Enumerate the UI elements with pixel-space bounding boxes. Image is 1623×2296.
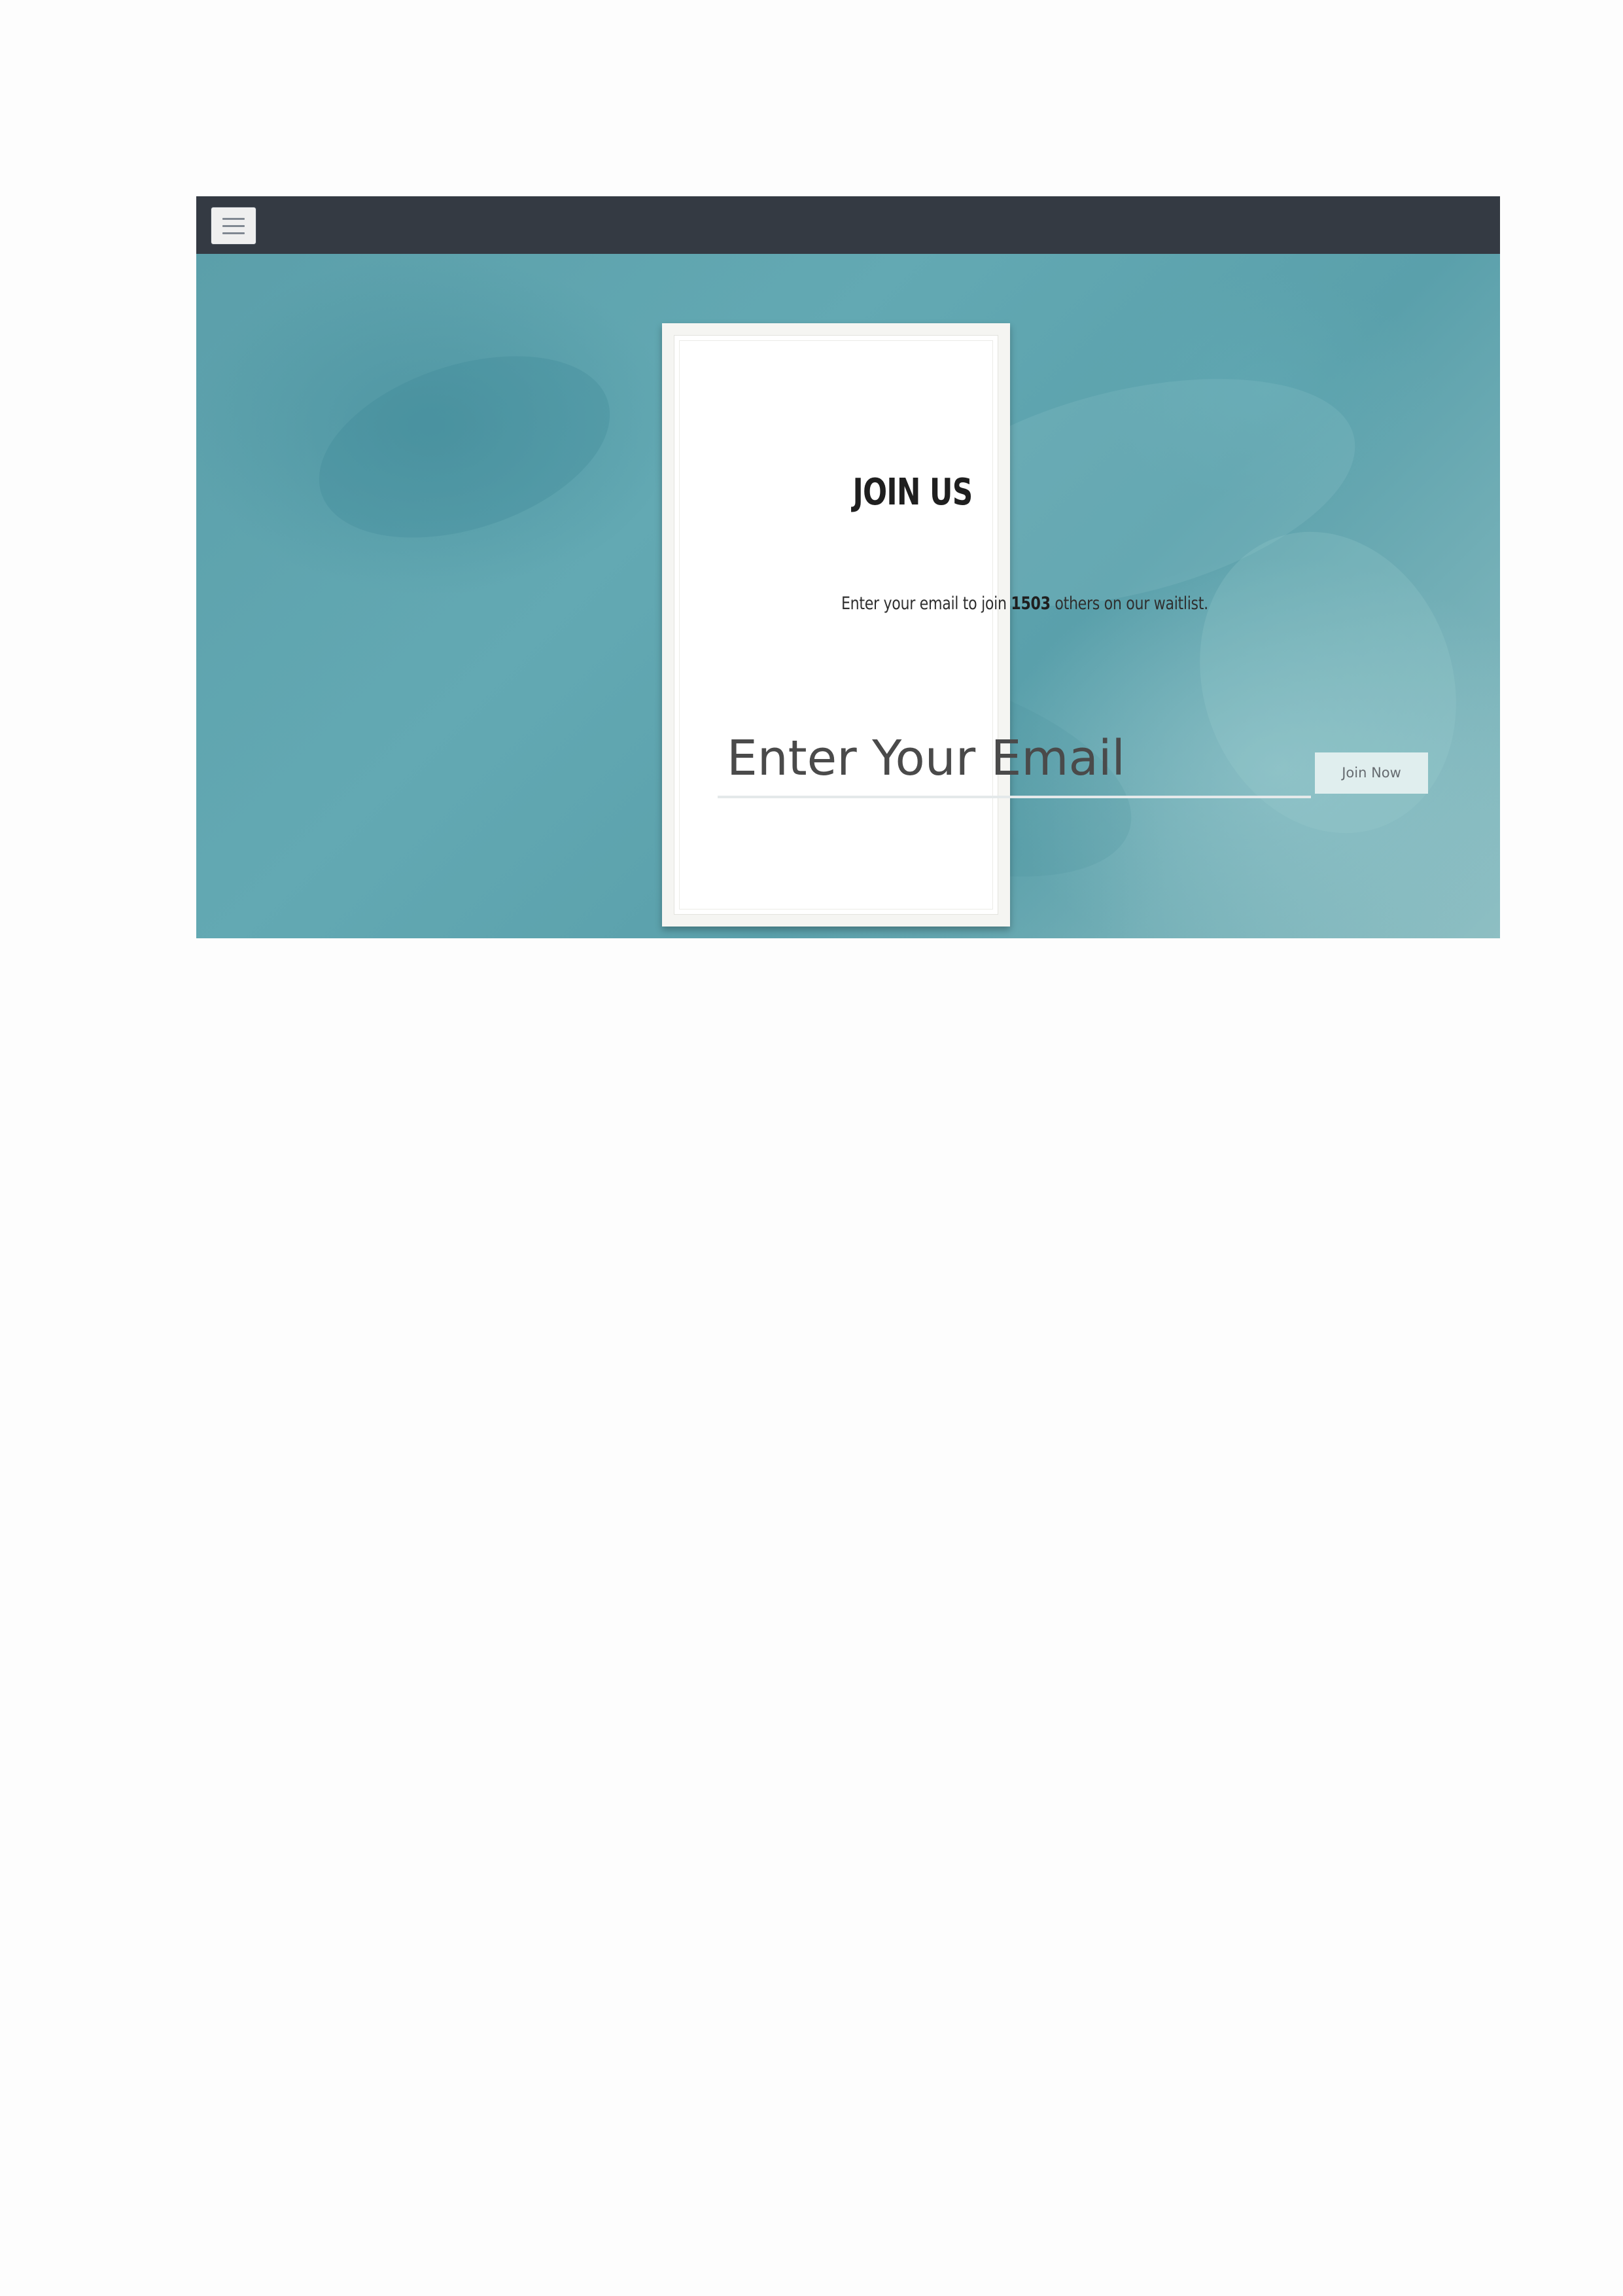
email-input-wrapper xyxy=(718,721,1311,798)
watercolor-stain xyxy=(1159,495,1497,870)
top-navbar xyxy=(196,196,1500,254)
page-title: JOIN US xyxy=(852,471,973,514)
waitlist-subtitle: Enter your email to join 1503 others on … xyxy=(841,593,1208,614)
join-now-button[interactable]: Join Now xyxy=(1315,752,1428,794)
subtitle-text-before: Enter your email to join xyxy=(841,593,1011,614)
page-canvas: { "colors": { "page_background": "#fdfdf… xyxy=(0,0,1623,2296)
landing-page-screenshot: JOIN US Enter your email to join 1503 ot… xyxy=(196,196,1500,938)
menu-bar xyxy=(222,232,245,234)
hamburger-menu-icon[interactable] xyxy=(211,207,256,245)
menu-bar xyxy=(222,217,245,220)
menu-bar xyxy=(222,224,245,227)
waitlist-count: 1503 xyxy=(1011,593,1051,614)
email-field[interactable] xyxy=(718,721,1311,798)
signup-card xyxy=(662,323,1010,927)
watercolor-stain xyxy=(296,323,633,571)
subtitle-text-after: others on our waitlist. xyxy=(1050,593,1208,614)
